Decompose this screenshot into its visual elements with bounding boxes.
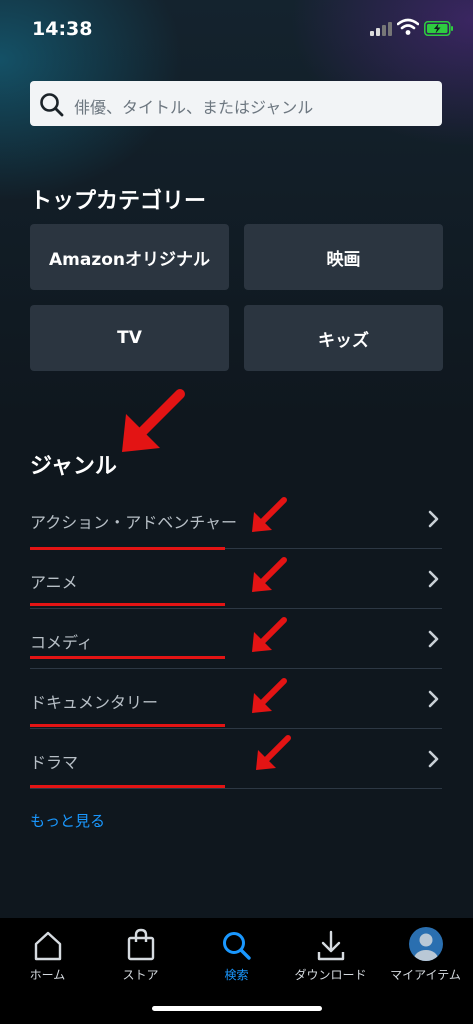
avatar — [408, 927, 443, 961]
genre-label: ドラマ — [30, 753, 79, 772]
wifi-icon — [397, 18, 419, 35]
tab-store[interactable]: ストア — [93, 926, 188, 983]
genre-row-action-adventure[interactable]: アクション・アドベンチャー — [30, 489, 442, 549]
chevron-right-icon — [428, 570, 439, 588]
annotation-underline — [30, 603, 225, 606]
genre-label: コメディ — [30, 633, 93, 652]
search-input[interactable]: 俳優、タイトル、またはジャンル — [30, 81, 442, 126]
genre-label: アクション・アドベンチャー — [30, 513, 238, 532]
genre-row-comedy[interactable]: コメディ — [30, 609, 442, 669]
annotation-underline — [30, 724, 225, 727]
category-tile-tv[interactable]: TV — [30, 305, 229, 371]
annotation-underline — [30, 785, 225, 788]
home-indicator — [152, 1006, 322, 1011]
genre-row-documentary[interactable]: ドキュメンタリー — [30, 669, 442, 729]
shopping-bag-icon — [127, 928, 154, 961]
genre-row-drama[interactable]: ドラマ — [30, 729, 442, 789]
tab-downloads[interactable]: ダウンロード — [283, 926, 378, 983]
annotation-arrow-icon — [252, 557, 287, 592]
tab-home[interactable]: ホーム — [0, 926, 95, 983]
annotation-underline — [30, 656, 225, 659]
chevron-right-icon — [428, 630, 439, 648]
cellular-signal-icon — [370, 22, 392, 36]
genres-title: ジャンル — [30, 454, 117, 479]
home-icon — [34, 931, 61, 961]
download-icon — [317, 930, 344, 961]
annotation-underline — [30, 547, 225, 550]
tab-my-items[interactable]: マイアイテム — [378, 926, 473, 983]
more-genres-link[interactable]: もっと見る — [30, 810, 105, 831]
search-icon — [222, 932, 251, 960]
tab-label: 検索 — [224, 968, 249, 982]
annotation-arrow-icon — [252, 497, 287, 532]
status-bar: 14:38 — [0, 0, 473, 58]
tab-search[interactable]: 検索 — [189, 926, 284, 983]
annotation-arrow-icon — [252, 678, 287, 713]
tab-label: ストア — [122, 968, 159, 982]
search-icon — [40, 93, 64, 117]
category-tile-amazon-original[interactable]: Amazonオリジナル — [30, 224, 229, 290]
chevron-right-icon — [428, 750, 439, 768]
category-tile-movies[interactable]: 映画 — [244, 224, 443, 290]
annotation-arrow-icon — [256, 735, 291, 770]
genre-label: アニメ — [30, 573, 78, 592]
tab-label: ダウンロード — [294, 968, 367, 982]
chevron-right-icon — [428, 690, 439, 708]
status-time: 14:38 — [32, 18, 93, 40]
category-tile-kids[interactable]: キッズ — [244, 305, 443, 371]
annotation-arrow-icon — [122, 389, 185, 452]
tab-label: ホーム — [29, 968, 66, 982]
genre-row-anime[interactable]: アニメ — [30, 549, 442, 609]
search-placeholder: 俳優、タイトル、またはジャンル — [74, 98, 314, 117]
tab-label: マイアイテム — [390, 968, 461, 982]
top-categories-title: トップカテゴリー — [30, 189, 207, 214]
chevron-right-icon — [428, 510, 439, 528]
genre-label: ドキュメンタリー — [30, 693, 159, 712]
battery-charging-icon — [424, 21, 453, 36]
annotation-arrow-icon — [252, 617, 287, 652]
